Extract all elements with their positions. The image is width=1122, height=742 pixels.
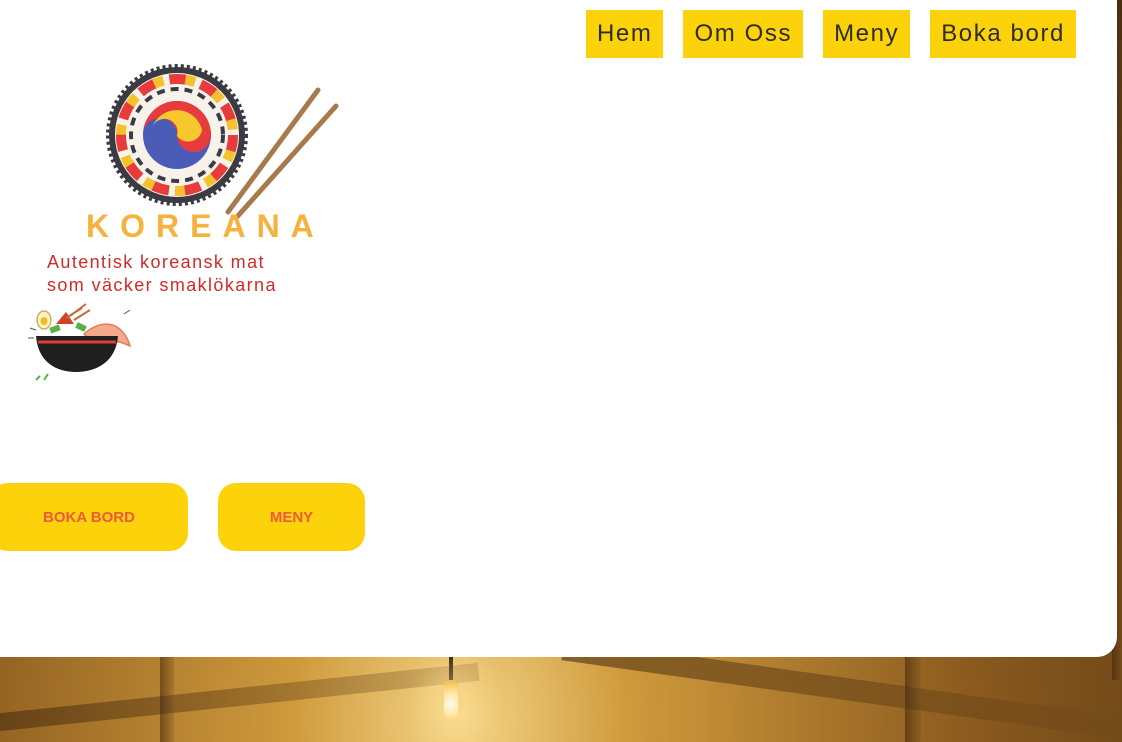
book-table-button[interactable]: BOKA BORD [0,483,188,551]
tagline: Autentisk koreansk mat som väcker smaklö… [47,251,277,297]
hero-panel: Hem Om Oss Meny Boka bord KOREANA Autent… [0,0,1117,657]
light-bulb-icon [444,680,458,720]
noodle-bowl-icon [28,303,132,381]
nav-home[interactable]: Hem [586,10,664,58]
ceiling-beam [160,650,174,742]
menu-button[interactable]: MENY [218,483,365,551]
lamp-cord [449,656,453,682]
ceiling-beam [905,650,921,742]
nav-book-table[interactable]: Boka bord [930,10,1076,58]
nav-about[interactable]: Om Oss [683,10,804,58]
tagline-line-1: Autentisk koreansk mat [47,252,265,272]
nav-menu[interactable]: Meny [823,10,911,58]
brand-name: KOREANA [86,208,325,244]
ceiling-beam [0,662,480,736]
main-navigation: Hem Om Oss Meny Boka bord [586,10,1076,58]
